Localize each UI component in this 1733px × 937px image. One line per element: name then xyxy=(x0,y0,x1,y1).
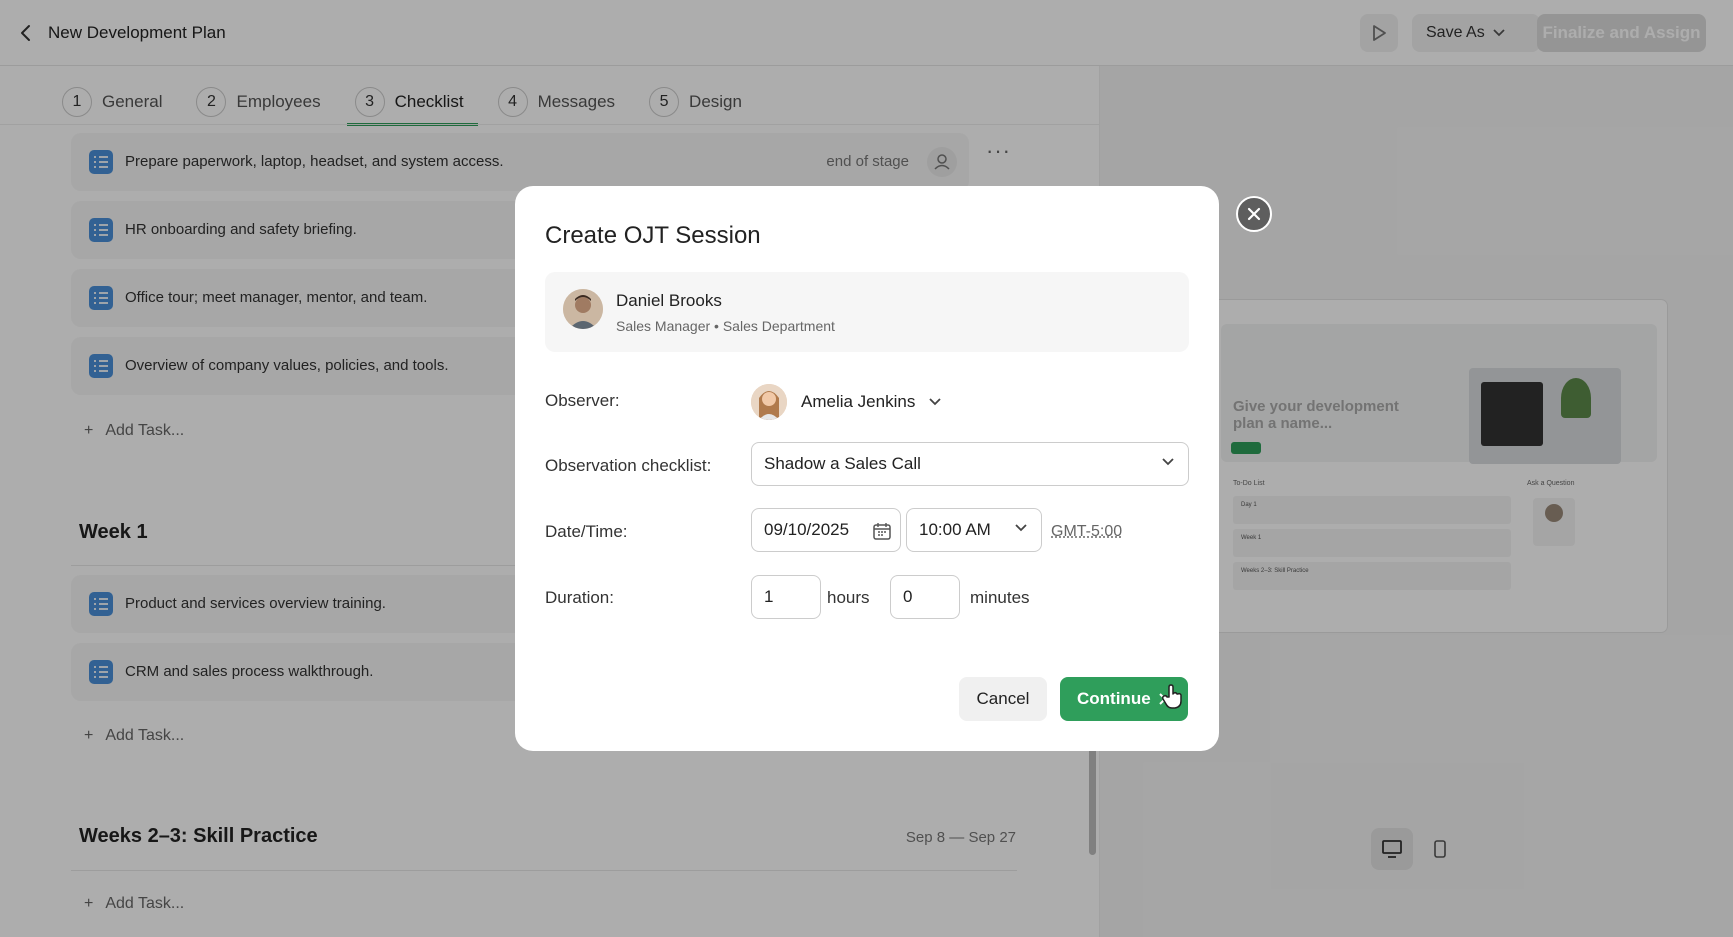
employee-avatar xyxy=(563,289,603,329)
observer-dropdown[interactable]: Amelia Jenkins xyxy=(751,382,941,422)
close-modal-button[interactable] xyxy=(1236,196,1272,232)
chevron-down-icon xyxy=(929,398,941,406)
close-icon xyxy=(1247,207,1261,221)
duration-label: Duration: xyxy=(545,588,614,607)
observer-name: Amelia Jenkins xyxy=(801,392,916,411)
dialog-title: Create OJT Session xyxy=(545,222,761,249)
observer-avatar xyxy=(751,384,787,420)
chevron-down-icon xyxy=(1015,524,1027,532)
employee-name: Daniel Brooks xyxy=(616,291,722,310)
observation-checklist-label: Observation checklist: xyxy=(545,456,712,475)
datetime-label: Date/Time: xyxy=(545,522,628,541)
observation-checklist-select[interactable]: Shadow a Sales Call xyxy=(751,442,1189,486)
employee-role: Sales Manager • Sales Department xyxy=(616,318,835,334)
observer-label: Observer: xyxy=(545,391,620,410)
hours-unit: hours xyxy=(827,588,870,607)
cancel-button[interactable]: Cancel xyxy=(959,677,1047,721)
calendar-icon xyxy=(873,523,891,540)
minutes-input[interactable]: 0 xyxy=(890,575,960,619)
hours-input[interactable]: 1 xyxy=(751,575,821,619)
date-value: 09/10/2025 xyxy=(764,520,850,539)
minutes-unit: minutes xyxy=(970,588,1030,607)
timezone-link[interactable]: GMT-5:00 xyxy=(1051,523,1122,541)
hours-value: 1 xyxy=(764,587,774,606)
date-input[interactable]: 09/10/2025 xyxy=(751,508,901,552)
checklist-select-value: Shadow a Sales Call xyxy=(764,454,921,473)
minutes-value: 0 xyxy=(903,587,913,606)
hand-cursor-icon xyxy=(1161,684,1184,715)
time-value: 10:00 AM xyxy=(919,520,991,539)
employee-card: Daniel Brooks Sales Manager • Sales Depa… xyxy=(545,272,1189,352)
create-ojt-session-dialog: Create OJT Session Daniel Brooks Sales M… xyxy=(515,186,1219,751)
time-select[interactable]: 10:00 AM xyxy=(906,508,1042,552)
chevron-down-icon xyxy=(1162,458,1174,466)
continue-label: Continue xyxy=(1077,689,1151,708)
